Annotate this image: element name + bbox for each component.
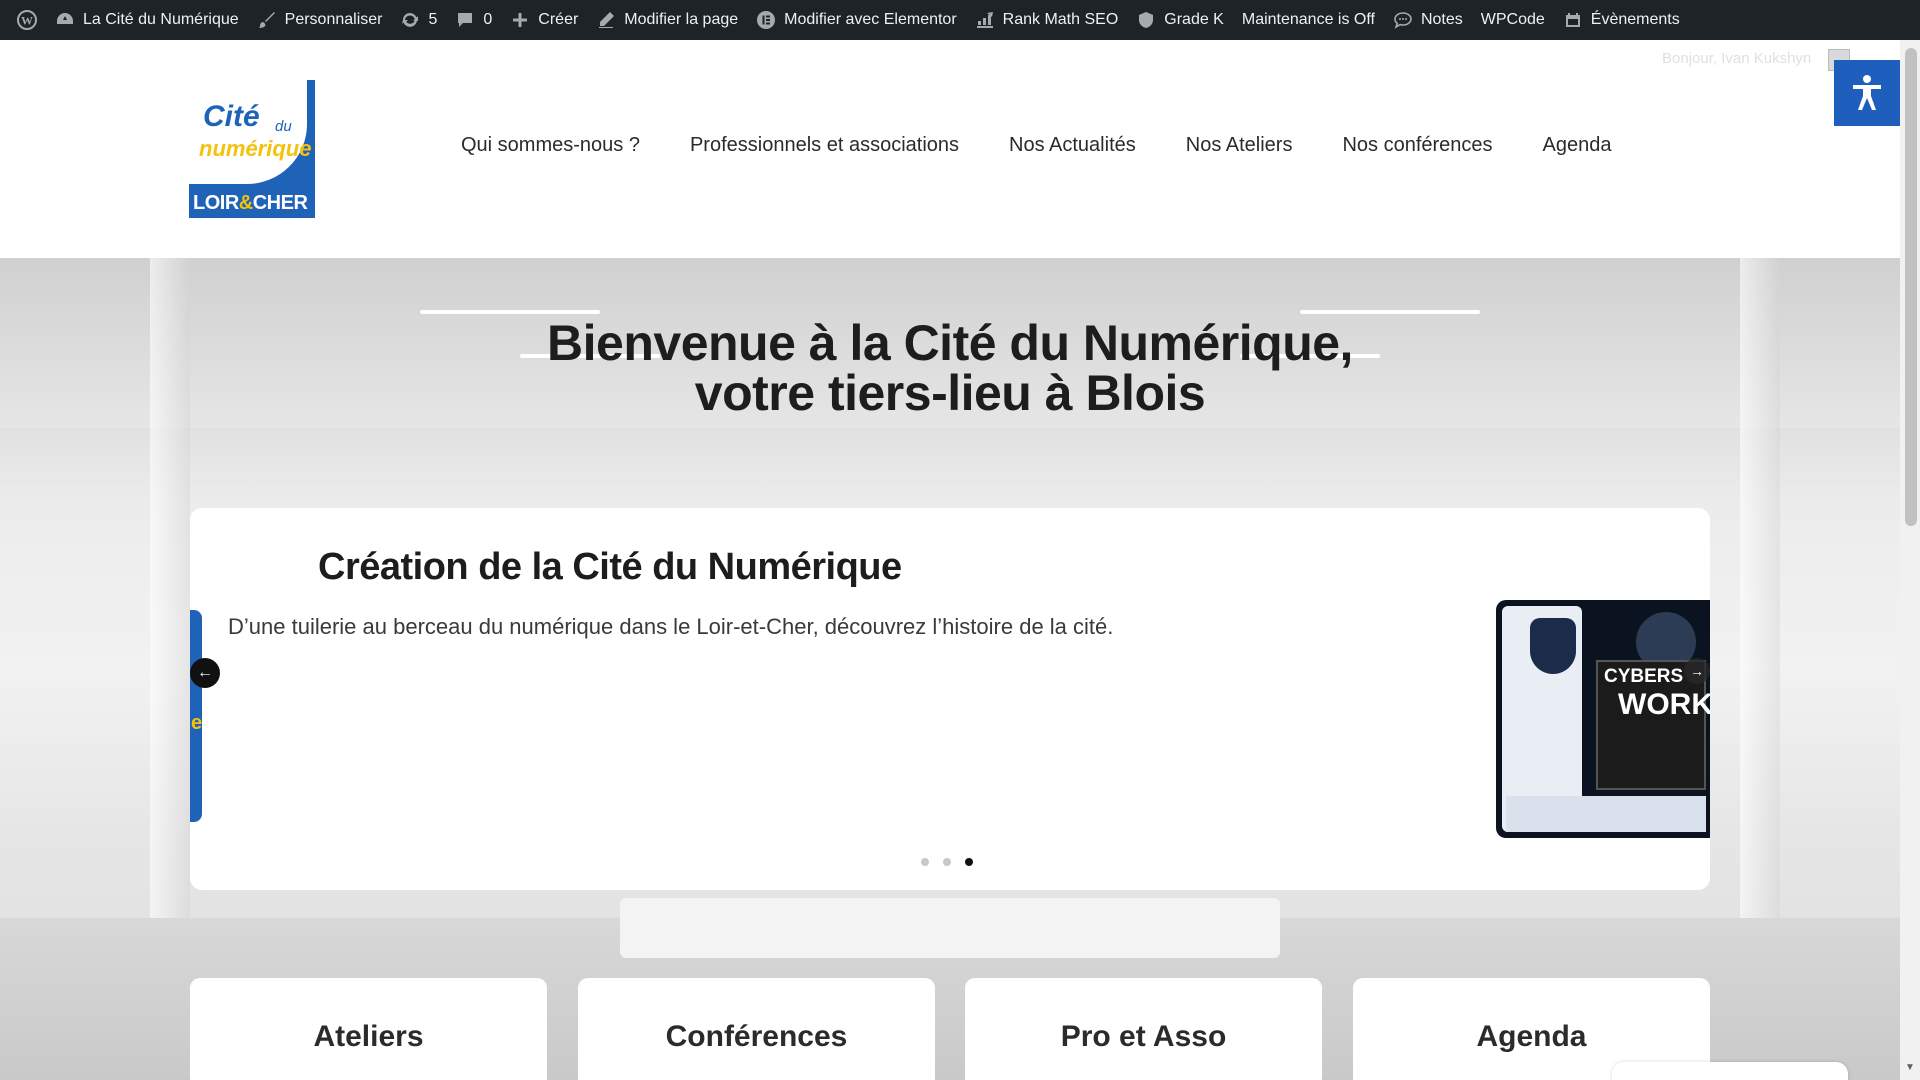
slider-dots [921, 858, 987, 866]
updates-icon [400, 10, 420, 30]
site-name-label: La Cité du Numérique [83, 11, 239, 28]
calendar-icon [1563, 10, 1583, 30]
slider-dot[interactable] [943, 858, 951, 866]
plus-icon [510, 10, 530, 30]
hero-title: Bienvenue à la Cité du Numérique, votre … [0, 318, 1900, 418]
slider-next-arrow-icon[interactable]: → [1684, 658, 1710, 684]
ceiling-light [1300, 310, 1480, 314]
scroll-down-arrow-icon[interactable]: ▼ [1904, 1062, 1916, 1074]
nav-item-agenda[interactable]: Agenda [1543, 134, 1612, 157]
events-link[interactable]: Évènements [1554, 0, 1689, 40]
edit-elementor-link[interactable]: Modifier avec Elementor [747, 0, 966, 40]
accessibility-button[interactable] [1834, 60, 1900, 126]
slider-prev-arrow-icon[interactable]: ← [190, 658, 220, 688]
nav-item-actualites[interactable]: Nos Actualités [1009, 134, 1136, 157]
edit-page-label: Modifier la page [624, 11, 739, 28]
logo-text-cher: CHER [252, 192, 308, 214]
svg-text:W: W [21, 14, 33, 28]
edit-page-link[interactable]: Modifier la page [587, 0, 747, 40]
logo-text-numerique: numérique [199, 136, 312, 161]
hero-section: Bienvenue à la Cité du Numérique, votre … [0, 258, 1900, 1080]
accessibility-icon [1853, 75, 1881, 110]
nav-item-conferences[interactable]: Nos conférences [1342, 134, 1492, 157]
logo-text-du: du [275, 118, 292, 135]
previous-slide-peek-text: e [191, 712, 203, 734]
rank-math-icon [975, 10, 995, 30]
ceiling-light [420, 310, 600, 314]
create-label: Créer [538, 11, 579, 28]
security-grade-label: Grade K [1164, 11, 1224, 28]
site-name-link[interactable]: La Cité du Numérique [46, 0, 248, 40]
dashboard-icon [55, 10, 75, 30]
hero-table-bg [620, 898, 1280, 958]
wpcode-label: WPCode [1480, 11, 1545, 28]
tile-conferences[interactable]: Conférences [578, 978, 935, 1080]
maintenance-label: Maintenance is Off [1241, 11, 1375, 28]
nav-item-qui-sommes-nous[interactable]: Qui sommes-nous ? [461, 134, 640, 157]
customize-link[interactable]: Personnaliser [248, 0, 392, 40]
greeting-text[interactable]: Bonjour, Ivan Kukshyn [1662, 50, 1811, 67]
shield-icon [1136, 10, 1156, 30]
rank-math-link[interactable]: Rank Math SEO [966, 0, 1128, 40]
site-header: Cité du numérique LOIR&CHER Qui sommes-n… [0, 40, 1900, 258]
nav-item-professionnels[interactable]: Professionnels et associations [690, 134, 959, 157]
slide-image-shield-icon [1530, 618, 1576, 674]
updates-count: 5 [428, 11, 438, 28]
nav-item-ateliers[interactable]: Nos Ateliers [1186, 134, 1293, 157]
logo-text-cite: Cité [203, 100, 260, 133]
pencil-icon [596, 10, 616, 30]
hero-title-line1: Bienvenue à la Cité du Numérique, [547, 315, 1353, 371]
slider-dot-active[interactable] [965, 858, 973, 866]
comments-count: 0 [483, 11, 493, 28]
slide-image-text-2: WORKS [1618, 688, 1710, 721]
slide-description: D’une tuilerie au berceau du numérique d… [228, 614, 1114, 639]
customize-label: Personnaliser [284, 11, 383, 28]
notes-label: Notes [1420, 11, 1463, 28]
slide-image[interactable]: CYBERS WORKS [1496, 600, 1710, 838]
rank-math-label: Rank Math SEO [1002, 11, 1119, 28]
elementor-icon [756, 10, 776, 30]
main-nav: Qui sommes-nous ? Professionnels et asso… [461, 134, 1612, 157]
maintenance-toggle[interactable]: Maintenance is Off [1233, 0, 1384, 40]
chat-widget-tab[interactable] [1612, 1062, 1848, 1080]
notes-link[interactable]: Notes [1384, 0, 1472, 40]
speech-bubble-icon [1393, 10, 1413, 30]
previous-slide-peek: e [190, 610, 202, 822]
comment-icon [455, 10, 475, 30]
slide-title[interactable]: Création de la Cité du Numérique [318, 546, 902, 589]
comments-link[interactable]: 0 [446, 0, 501, 40]
slide-image-desk [1506, 796, 1706, 832]
scrollbar-thumb[interactable] [1905, 48, 1917, 526]
hero-title-line2: votre tiers-lieu à Blois [694, 365, 1206, 421]
create-menu[interactable]: Créer [501, 0, 587, 40]
wordpress-icon: W [17, 10, 37, 30]
security-grade-link[interactable]: Grade K [1127, 0, 1233, 40]
logo-text-loir: LOIR [193, 192, 239, 214]
edit-elementor-label: Modifier avec Elementor [784, 11, 957, 28]
brush-icon [257, 10, 277, 30]
wpcode-link[interactable]: WPCode [1472, 0, 1554, 40]
slider-dot[interactable] [921, 858, 929, 866]
wp-admin-bar: W La Cité du Numérique Personnaliser 5 0… [0, 0, 1920, 40]
slide-image-text-1: CYBERS [1604, 666, 1684, 687]
tile-ateliers[interactable]: Ateliers [190, 978, 547, 1080]
logo-text-amp: & [238, 192, 253, 214]
category-tiles: Ateliers Conférences Pro et Asso Agenda [190, 978, 1710, 1080]
logo-text-loir-cher: LOIR&CHER [193, 192, 308, 215]
news-slider: e Création de la Cité du Numérique D’une… [190, 508, 1710, 890]
tile-pro-asso[interactable]: Pro et Asso [965, 978, 1322, 1080]
updates-link[interactable]: 5 [391, 0, 446, 40]
site-logo[interactable]: Cité du numérique LOIR&CHER [189, 80, 315, 218]
events-label: Évènements [1590, 11, 1680, 28]
wordpress-logo-button[interactable]: W [8, 0, 46, 40]
